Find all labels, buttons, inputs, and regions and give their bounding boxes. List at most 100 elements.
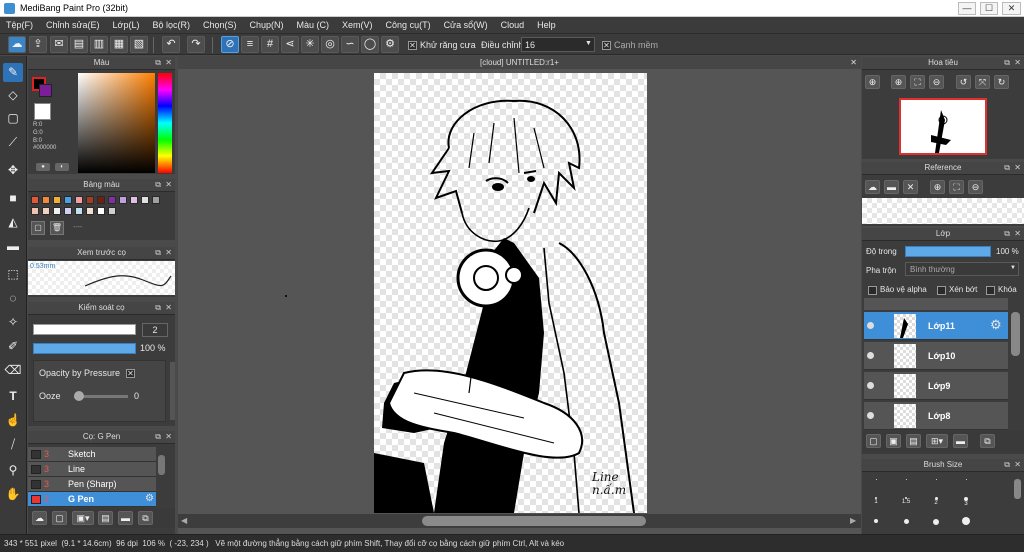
reference-zoom-in-icon[interactable]: ⊕	[930, 180, 945, 194]
palette-swatch[interactable]	[75, 207, 83, 215]
palette-swatch[interactable]	[42, 196, 50, 204]
snap-off-icon[interactable]: ⊘	[221, 36, 239, 53]
brush-item[interactable]: 3 Sketch	[28, 447, 156, 462]
reference-open-icon[interactable]: ▬	[884, 180, 899, 194]
layer-list-scrollbar[interactable]	[1011, 312, 1020, 356]
smooth-checkbox[interactable]: ✕	[602, 40, 611, 51]
reference-preview[interactable]	[862, 198, 1024, 224]
detach-icon[interactable]: ⧉	[155, 247, 161, 259]
palette-swatch[interactable]	[130, 196, 138, 204]
radial-snap-icon[interactable]: ✳	[301, 36, 319, 53]
brush-size-value[interactable]: 2	[142, 323, 168, 337]
brush-size-option[interactable]	[892, 519, 920, 535]
protect-alpha-checkbox[interactable]	[868, 285, 877, 296]
undo-icon[interactable]: ↶	[162, 36, 180, 53]
select-pen-tool-icon[interactable]: ✐	[3, 337, 23, 356]
delete-color-icon[interactable]: 🗑	[50, 221, 64, 235]
palette-swatch[interactable]	[64, 196, 72, 204]
reference-zoom-out-icon[interactable]: ⊖	[968, 180, 983, 194]
adjust-dropdown[interactable]: 16 ▼	[521, 37, 595, 52]
blur-tool-icon[interactable]: ⟋	[3, 133, 23, 152]
palette-swatch[interactable]	[42, 207, 50, 215]
brush-tool-icon[interactable]: ✎	[3, 63, 23, 82]
eyedropper-icon[interactable]: ●	[36, 163, 50, 171]
detach-icon[interactable]: ⧉	[155, 302, 161, 314]
menu-file[interactable]: Tệp(F)	[6, 20, 33, 30]
eye-icon[interactable]	[867, 382, 874, 389]
brush-size-option[interactable]	[922, 479, 950, 495]
brush-size-option[interactable]: 3	[952, 497, 980, 513]
move-tool-icon[interactable]: ✥	[3, 161, 23, 180]
palette-swatch[interactable]	[97, 196, 105, 204]
new-brush-icon[interactable]: ▢	[52, 511, 67, 525]
background-color[interactable]	[39, 84, 52, 97]
brush-list-scrollbar[interactable]	[158, 455, 165, 475]
fit-icon[interactable]: ⛶	[910, 75, 925, 89]
palette-swatch[interactable]	[53, 196, 61, 204]
close-icon[interactable]: ✕	[850, 56, 857, 69]
new-layer-icon[interactable]: ▢	[866, 434, 881, 448]
menu-cloud[interactable]: Cloud	[501, 20, 525, 30]
palette-swatch[interactable]	[108, 196, 116, 204]
menu-window[interactable]: Cửa sổ(W)	[444, 20, 488, 30]
transparent-color[interactable]	[34, 103, 51, 120]
curve-snap-icon[interactable]: ∽	[341, 36, 359, 53]
layer-item[interactable]: Lớp9	[864, 372, 1008, 400]
palette-swatch[interactable]	[86, 207, 94, 215]
eraser-tool-icon[interactable]: ◇	[3, 86, 23, 105]
folder-icon[interactable]: ▬	[118, 511, 133, 525]
duplicate-layer-icon[interactable]: ⧉	[980, 434, 995, 448]
brush-cloud-icon[interactable]: ☁	[32, 511, 47, 525]
menu-select[interactable]: Chọn(S)	[203, 20, 237, 30]
divide-tool-icon[interactable]: ⧸	[3, 435, 23, 454]
saturation-picker[interactable]	[78, 73, 155, 173]
rotate-left-icon[interactable]: ↺	[956, 75, 971, 89]
zoom-in-alt-icon[interactable]: ⊕	[891, 75, 906, 89]
parallel-snap-icon[interactable]: ≡	[241, 36, 259, 53]
select-eraser-tool-icon[interactable]: ⌫	[3, 361, 23, 380]
detach-icon[interactable]: ⧉	[155, 57, 161, 69]
eyedropper-tool-icon[interactable]: ⚲	[3, 461, 23, 480]
palette-swatch[interactable]	[31, 207, 39, 215]
lasso-tool-icon[interactable]: ◌	[3, 289, 23, 308]
detach-icon[interactable]: ⧉	[155, 179, 161, 191]
cloud-icon[interactable]: ☁	[8, 36, 26, 53]
maximize-button[interactable]: ☐	[980, 2, 998, 15]
canvas-paper[interactable]: Line n.ấ.m	[374, 73, 647, 513]
palette-swatch[interactable]	[97, 207, 105, 215]
detach-icon[interactable]: ⧉	[1004, 228, 1010, 240]
brush-size-option[interactable]	[952, 517, 980, 533]
cross-snap-icon[interactable]: #	[261, 36, 279, 53]
brush-params-scrollbar[interactable]	[170, 362, 175, 420]
close-icon[interactable]: ✕	[1014, 459, 1021, 471]
close-icon[interactable]: ✕	[165, 247, 172, 259]
blend-dropdown[interactable]: Bình thường ▼	[905, 262, 1019, 276]
layer-item-selected[interactable]: Lớp11 ⚙	[864, 312, 1008, 340]
brush-settings-icon[interactable]: ▤	[98, 511, 113, 525]
select-tool-icon[interactable]: ⬚	[3, 265, 23, 284]
ooze-slider-knob[interactable]	[74, 391, 84, 401]
redo-icon[interactable]: ↷	[187, 36, 205, 53]
brush-size-option[interactable]	[952, 479, 980, 495]
layout-icon[interactable]: ▧	[130, 36, 148, 53]
brush-size-option[interactable]: 1	[862, 497, 890, 513]
reference-close-icon[interactable]: ✕	[903, 180, 918, 194]
brush-item-selected[interactable]: 2 G Pen ⚙	[28, 492, 156, 507]
rotate-right-icon[interactable]: ↻	[994, 75, 1009, 89]
lock-checkbox[interactable]	[986, 285, 995, 296]
add-brush-icon[interactable]: ▣▾	[72, 511, 94, 525]
page-icon[interactable]: ▥	[90, 36, 108, 53]
brush-opacity-slider[interactable]	[33, 343, 136, 354]
palette-swatch[interactable]	[64, 207, 72, 215]
menu-edit[interactable]: Chỉnh sửa(E)	[46, 20, 100, 30]
eye-icon[interactable]	[867, 352, 874, 359]
dot-tool-icon[interactable]: ▢	[3, 109, 23, 128]
brush-size-slider[interactable]	[33, 324, 136, 335]
detach-icon[interactable]: ⧉	[1004, 57, 1010, 69]
gear-icon[interactable]: ⚙	[990, 317, 1002, 333]
eye-icon[interactable]	[867, 412, 874, 419]
close-icon[interactable]: ✕	[165, 179, 172, 191]
opacity-pressure-checkbox[interactable]: ✕	[126, 368, 135, 379]
share-icon[interactable]: ⇪	[29, 36, 47, 53]
ellipse-snap-icon[interactable]: ◯	[361, 36, 379, 53]
